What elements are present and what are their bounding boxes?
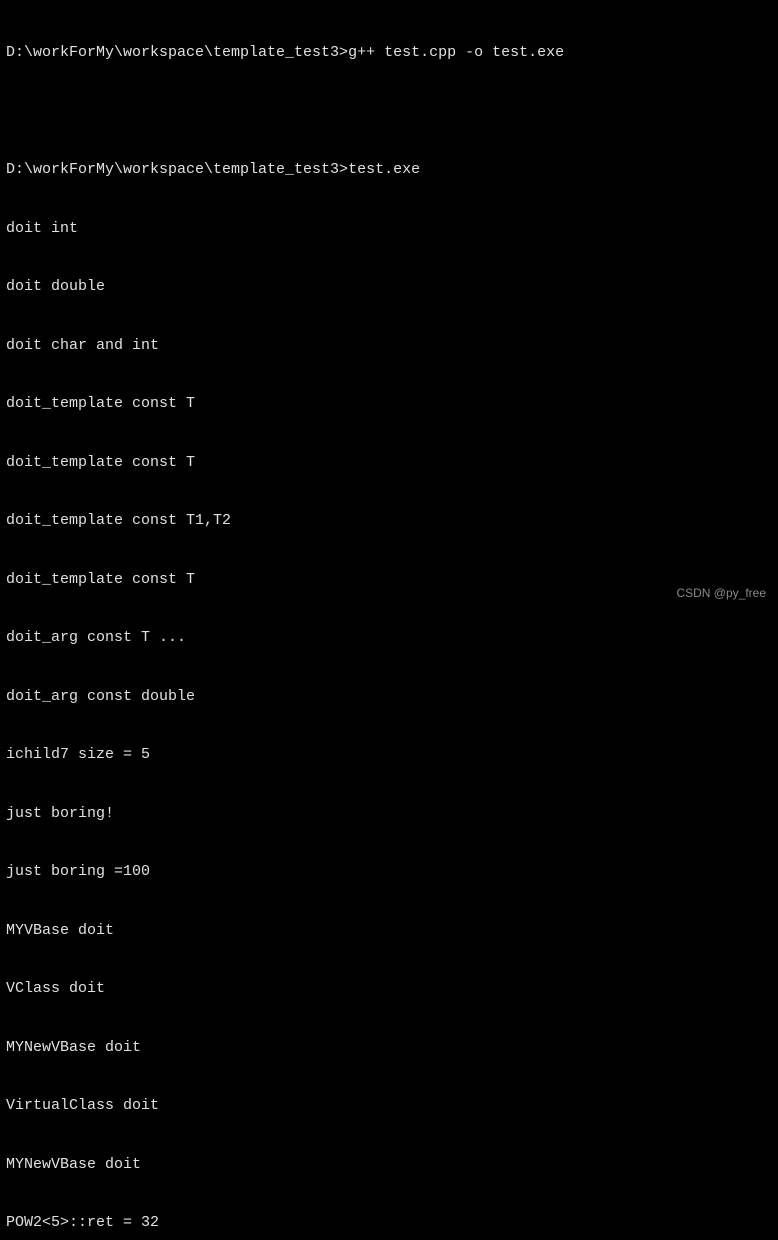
output-line: doit_template const T1,T2 (6, 511, 772, 531)
output-line: VirtualClass doit (6, 1096, 772, 1116)
output-line: MYNewVBase doit (6, 1155, 772, 1175)
output-line: doit char and int (6, 336, 772, 356)
output-line: ichild7 size = 5 (6, 745, 772, 765)
output-line: just boring! (6, 804, 772, 824)
output-line: doit double (6, 277, 772, 297)
command-text: g++ test.cpp -o test.exe (348, 43, 564, 63)
output-line: VClass doit (6, 979, 772, 999)
terminal-window[interactable]: D:\workForMy\workspace\template_test3>g+… (6, 4, 772, 1240)
output-line: doit_template const T (6, 570, 772, 590)
prompt-line-2: D:\workForMy\workspace\template_test3>te… (6, 160, 772, 180)
output-line: just boring =100 (6, 862, 772, 882)
blank-line (6, 102, 772, 122)
output-line: doit int (6, 219, 772, 239)
prompt-line-1: D:\workForMy\workspace\template_test3>g+… (6, 43, 772, 63)
output-line: POW2<5>::ret = 32 (6, 1213, 772, 1233)
output-line: MYNewVBase doit (6, 1038, 772, 1058)
command-text: test.exe (348, 160, 420, 180)
output-line: doit_template const T (6, 394, 772, 414)
watermark-text: CSDN @py_free (676, 586, 766, 602)
output-line: doit_template const T (6, 453, 772, 473)
output-line: MYVBase doit (6, 921, 772, 941)
output-line: doit_arg const T ... (6, 628, 772, 648)
output-line: doit_arg const double (6, 687, 772, 707)
shell-prompt: D:\workForMy\workspace\template_test3> (6, 43, 348, 63)
shell-prompt: D:\workForMy\workspace\template_test3> (6, 160, 348, 180)
